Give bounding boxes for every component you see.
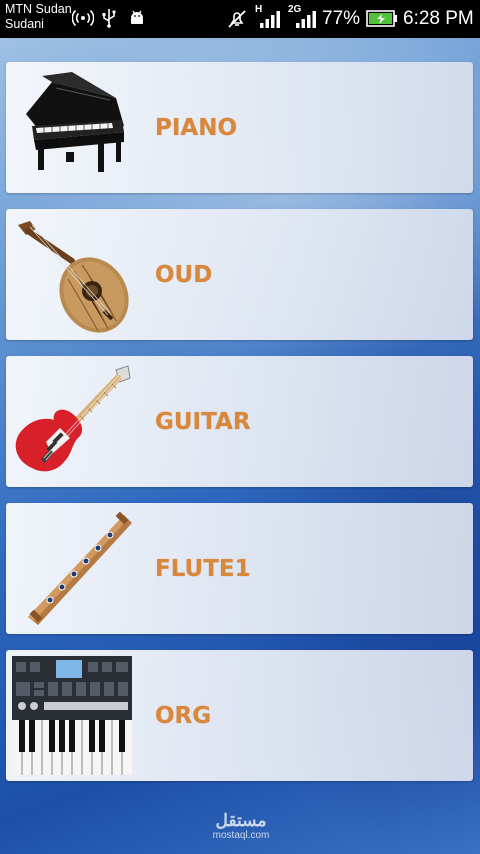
guitar-icon: [15, 365, 131, 472]
watermark-logo: مستقل mostaql.com: [211, 811, 271, 842]
piano-icon: [26, 72, 124, 172]
battery-percent: 77%: [322, 8, 361, 29]
oud-icon: [18, 221, 129, 333]
instrument-label-piano: PIANO: [155, 114, 238, 141]
watermark-arabic: مستقل: [215, 811, 267, 830]
watermark-latin: mostaql.com: [212, 830, 270, 841]
clock: 6:28 PM: [403, 8, 474, 29]
status-bar: MTN Sudan Sudani H 2G 77% 6:28 PM: [0, 0, 480, 38]
usb-icon: [102, 9, 116, 28]
organ-keyboard-icon: [12, 656, 132, 775]
carrier-name: MTN Sudan Sudani: [5, 2, 72, 32]
instrument-card-flute[interactable]: FLUTE1: [6, 503, 473, 634]
instrument-label-guitar: GUITAR: [155, 408, 251, 435]
instrument-card-oud[interactable]: OUD: [6, 209, 473, 340]
battery-charging-icon: [366, 10, 397, 27]
carrier-line-2: Sudani: [5, 17, 44, 31]
mute-icon: [228, 10, 246, 28]
signal-icon: [296, 11, 316, 28]
instrument-label-org: ORG: [155, 702, 212, 729]
android-debug-icon: [131, 10, 143, 24]
signal-icon: [260, 11, 280, 28]
carrier-line-1: MTN Sudan: [5, 2, 72, 16]
instrument-card-piano[interactable]: PIANO: [6, 62, 473, 193]
instrument-card-guitar[interactable]: GUITAR: [6, 356, 473, 487]
flute-icon: [28, 511, 132, 625]
instrument-card-org[interactable]: ORG: [6, 650, 473, 781]
instrument-label-oud: OUD: [155, 261, 213, 288]
instrument-label-flute: FLUTE1: [155, 555, 251, 582]
hotspot-icon: [72, 9, 94, 27]
